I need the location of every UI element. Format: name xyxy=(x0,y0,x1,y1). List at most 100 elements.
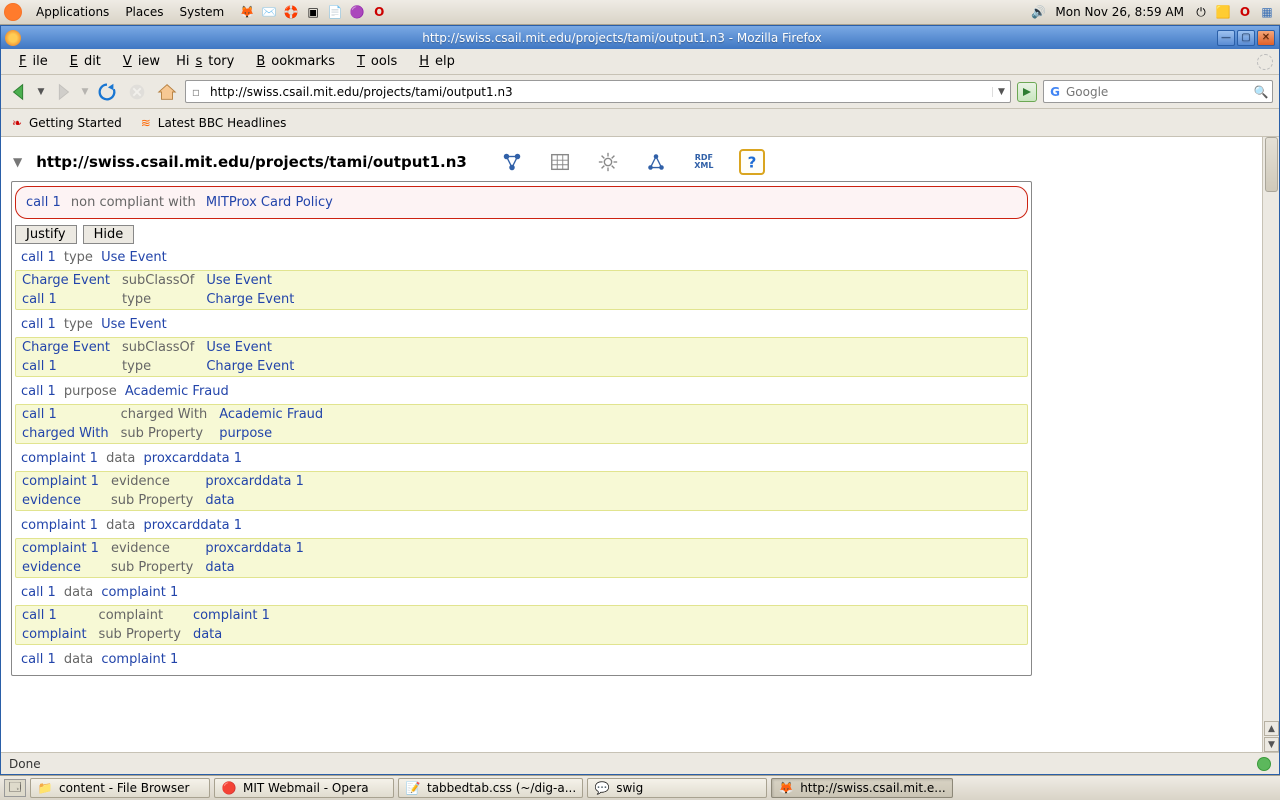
menu-history[interactable]: History xyxy=(170,52,240,71)
search-input[interactable] xyxy=(1066,85,1250,99)
triple-subject[interactable]: Charge Event xyxy=(16,338,116,357)
triple-object[interactable]: complaint 1 xyxy=(187,606,276,625)
triple-subject[interactable]: call 1 xyxy=(16,290,116,309)
volume-icon[interactable]: 🔊 xyxy=(1029,3,1047,21)
triple-subject[interactable]: evidence xyxy=(16,558,105,577)
settings-mode-icon[interactable] xyxy=(595,149,621,175)
triple-object[interactable]: purpose xyxy=(213,424,329,443)
user-switch-icon[interactable]: ⏻ xyxy=(1192,3,1210,21)
triple-object[interactable]: Charge Event xyxy=(200,357,300,376)
back-button[interactable] xyxy=(7,80,31,104)
applications-menu[interactable]: Applications xyxy=(28,5,117,19)
help-launcher-icon[interactable]: 🛟 xyxy=(282,3,300,21)
justify-button[interactable]: Justify xyxy=(15,225,77,244)
triple-object[interactable]: data xyxy=(187,625,276,644)
maximize-button[interactable]: ▢ xyxy=(1237,30,1255,46)
bookmark-bbc-headlines[interactable]: ≋ Latest BBC Headlines xyxy=(138,115,287,131)
home-button[interactable] xyxy=(155,80,179,104)
taskbar-task[interactable]: 🔴MIT Webmail - Opera xyxy=(214,778,394,798)
taskbar-task[interactable]: 💬swig xyxy=(587,778,767,798)
triple-subject[interactable]: Charge Event xyxy=(16,271,116,290)
task-icon: 💬 xyxy=(594,780,610,796)
triple-subject[interactable]: call 1 xyxy=(21,384,56,399)
triple-object[interactable]: complaint 1 xyxy=(101,652,178,667)
evolution-launcher-icon[interactable]: ✉️ xyxy=(260,3,278,21)
go-button[interactable] xyxy=(1017,82,1037,102)
workspace-switcher-icon[interactable]: ▦ xyxy=(1258,3,1276,21)
triple-subject[interactable]: call 1 xyxy=(21,250,56,265)
menu-bookmarks[interactable]: Bookmarks xyxy=(244,52,341,71)
triple-subject[interactable]: complaint 1 xyxy=(21,451,98,466)
scroll-down-icon[interactable]: ▼ xyxy=(1264,737,1279,752)
triple-object[interactable]: Charge Event xyxy=(200,290,300,309)
triple-subject[interactable]: charged With xyxy=(16,424,115,443)
applet-icon[interactable]: 🟨 xyxy=(1214,3,1232,21)
terminal-launcher-icon[interactable]: ▣ xyxy=(304,3,322,21)
triple-subject[interactable]: complaint xyxy=(16,625,93,644)
search-go-icon[interactable]: 🔍 xyxy=(1250,85,1272,99)
table-mode-icon[interactable] xyxy=(547,149,573,175)
rdfxml-mode-icon[interactable]: RDFXML xyxy=(691,149,717,175)
taskbar-task[interactable]: 📁content - File Browser xyxy=(30,778,210,798)
show-desktop-button[interactable]: 🗔 xyxy=(4,779,26,797)
opera-tray-icon[interactable]: O xyxy=(1236,3,1254,21)
menu-tools[interactable]: Tools xyxy=(345,52,403,71)
menu-edit[interactable]: Edit xyxy=(58,52,107,71)
clock[interactable]: Mon Nov 26, 8:59 AM xyxy=(1047,5,1192,19)
triple-subject[interactable]: call 1 xyxy=(16,606,93,625)
menu-file[interactable]: File xyxy=(7,52,54,71)
google-engine-icon[interactable]: G xyxy=(1044,85,1066,99)
search-box[interactable]: G 🔍 xyxy=(1043,80,1273,103)
triple-subject[interactable]: call 1 xyxy=(21,585,56,600)
triple-object[interactable]: proxcarddata 1 xyxy=(199,539,310,558)
triple-object[interactable]: proxcarddata 1 xyxy=(199,472,310,491)
hide-button[interactable]: Hide xyxy=(83,225,135,244)
triple-object[interactable]: data xyxy=(199,491,310,510)
reload-button[interactable] xyxy=(95,80,119,104)
bookmark-getting-started[interactable]: ❧ Getting Started xyxy=(9,115,122,131)
gedit-launcher-icon[interactable]: 📄 xyxy=(326,3,344,21)
scrollbar-thumb[interactable] xyxy=(1265,137,1278,192)
graph-mode-icon[interactable] xyxy=(643,149,669,175)
triple-subject[interactable]: complaint 1 xyxy=(16,472,105,491)
places-menu[interactable]: Places xyxy=(117,5,171,19)
close-button[interactable]: ✕ xyxy=(1257,30,1275,46)
url-history-dropdown[interactable]: ▼ xyxy=(992,87,1010,97)
help-mode-icon[interactable]: ? xyxy=(739,149,765,175)
triple-subject[interactable]: complaint 1 xyxy=(16,539,105,558)
alert-subject[interactable]: call 1 xyxy=(26,195,61,210)
back-history-dropdown[interactable]: ▼ xyxy=(37,81,45,103)
triple-subject[interactable]: call 1 xyxy=(21,652,56,667)
collapse-triangle-icon[interactable]: ▼ xyxy=(13,155,22,169)
scroll-up-icon[interactable]: ▲ xyxy=(1264,721,1279,736)
url-bar[interactable]: ▫ ▼ xyxy=(185,80,1011,103)
taskbar-task[interactable]: 🦊http://swiss.csail.mit.e... xyxy=(771,778,953,798)
menu-view[interactable]: View xyxy=(111,52,166,71)
triple-object[interactable]: Academic Fraud xyxy=(213,405,329,424)
alert-object[interactable]: MITProx Card Policy xyxy=(206,195,333,210)
triple-object[interactable]: Use Event xyxy=(200,271,300,290)
menu-help[interactable]: Help xyxy=(407,52,461,71)
eclipse-launcher-icon[interactable]: 🟣 xyxy=(348,3,366,21)
triple-subject[interactable]: call 1 xyxy=(16,357,116,376)
triple-object[interactable]: Use Event xyxy=(101,317,167,332)
triple-object[interactable]: complaint 1 xyxy=(101,585,178,600)
triple-subject[interactable]: call 1 xyxy=(16,405,115,424)
taskbar-task[interactable]: 📝tabbedtab.css (~/dig-a... xyxy=(398,778,583,798)
triple-object[interactable]: proxcarddata 1 xyxy=(144,451,243,466)
triple-object[interactable]: Use Event xyxy=(200,338,300,357)
outline-mode-icon[interactable] xyxy=(499,149,525,175)
triple-subject[interactable]: complaint 1 xyxy=(21,518,98,533)
triple-subject[interactable]: call 1 xyxy=(21,317,56,332)
minimize-button[interactable]: — xyxy=(1217,30,1235,46)
opera-launcher-icon[interactable]: O xyxy=(370,3,388,21)
vertical-scrollbar[interactable]: ▲ ▼ xyxy=(1262,137,1279,752)
triple-subject[interactable]: evidence xyxy=(16,491,105,510)
triple-object[interactable]: proxcarddata 1 xyxy=(144,518,243,533)
firefox-launcher-icon[interactable]: 🦊 xyxy=(238,3,256,21)
triple-object[interactable]: Academic Fraud xyxy=(125,384,229,399)
url-input[interactable] xyxy=(206,85,992,99)
triple-object[interactable]: data xyxy=(199,558,310,577)
system-menu[interactable]: System xyxy=(171,5,232,19)
triple-object[interactable]: Use Event xyxy=(101,250,167,265)
